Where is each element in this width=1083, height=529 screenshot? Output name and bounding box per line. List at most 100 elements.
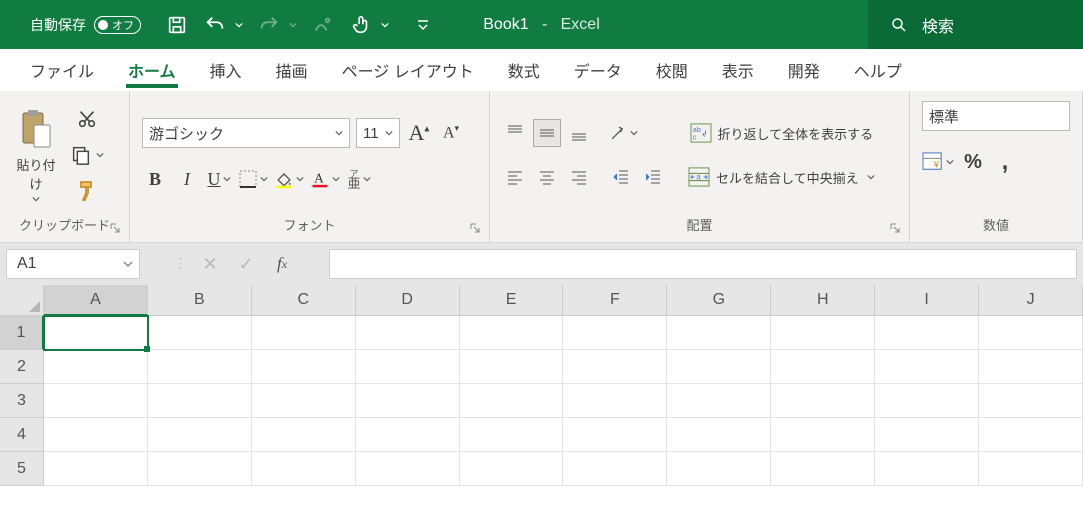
row-header[interactable]: 2 (0, 350, 44, 384)
tab-page-layout[interactable]: ページ レイアウト (340, 52, 476, 88)
redo-button[interactable] (255, 11, 283, 39)
cell[interactable] (771, 316, 875, 350)
border-button[interactable] (238, 166, 268, 192)
column-header[interactable]: E (460, 285, 564, 316)
cell[interactable] (979, 316, 1083, 350)
cancel-formula-button[interactable]: ✕ (197, 251, 223, 277)
tab-developer[interactable]: 開発 (786, 52, 822, 88)
accounting-format-button[interactable]: ¥ (922, 149, 954, 175)
fill-color-button[interactable] (274, 166, 304, 192)
row-header[interactable]: 3 (0, 384, 44, 418)
orientation-button[interactable] (608, 120, 638, 146)
font-size-select[interactable]: 11 (356, 118, 400, 148)
cell[interactable] (667, 316, 771, 350)
format-painter-button[interactable] (70, 178, 104, 204)
cell[interactable] (252, 384, 356, 418)
comma-button[interactable]: , (992, 149, 1018, 175)
cell[interactable] (563, 316, 667, 350)
percent-button[interactable]: % (960, 149, 986, 175)
cell[interactable] (460, 316, 564, 350)
grow-font-button[interactable]: A▴ (406, 120, 432, 146)
cell[interactable] (356, 384, 460, 418)
undo-caret[interactable] (233, 11, 245, 39)
align-left-button[interactable] (502, 164, 528, 190)
save-button[interactable] (163, 11, 191, 39)
cell[interactable] (460, 418, 564, 452)
cell[interactable] (875, 316, 979, 350)
cell[interactable] (979, 418, 1083, 452)
row-header[interactable]: 4 (0, 418, 44, 452)
tab-data[interactable]: データ (572, 52, 624, 88)
cell[interactable] (252, 418, 356, 452)
cell[interactable] (771, 452, 875, 486)
cell[interactable] (44, 384, 148, 418)
cell[interactable] (44, 418, 148, 452)
row-header[interactable]: 5 (0, 452, 44, 486)
cell[interactable] (563, 350, 667, 384)
align-bottom-button[interactable] (566, 120, 592, 146)
align-center-button[interactable] (534, 164, 560, 190)
cell[interactable] (356, 452, 460, 486)
cell[interactable] (771, 350, 875, 384)
autosave-toggle[interactable]: 自動保存 オフ (30, 15, 141, 35)
redo-caret[interactable] (287, 11, 299, 39)
tab-formulas[interactable]: 数式 (506, 52, 542, 88)
cell[interactable] (356, 418, 460, 452)
qat-customize-button[interactable] (409, 11, 437, 39)
cell[interactable] (148, 384, 252, 418)
cell[interactable] (356, 316, 460, 350)
cell[interactable] (460, 452, 564, 486)
underline-button[interactable]: U (206, 166, 232, 192)
column-header[interactable]: I (875, 285, 979, 316)
font-name-select[interactable]: 游ゴシック (142, 118, 350, 148)
touch-caret[interactable] (379, 11, 391, 39)
align-top-button[interactable] (502, 120, 528, 146)
number-format-select[interactable]: 標準 (922, 101, 1070, 131)
cell[interactable] (667, 452, 771, 486)
bold-button[interactable]: B (142, 166, 168, 192)
tab-help[interactable]: ヘルプ (852, 52, 904, 88)
align-right-button[interactable] (566, 164, 592, 190)
column-header[interactable]: A (44, 285, 148, 316)
cell[interactable] (563, 418, 667, 452)
cell[interactable] (667, 350, 771, 384)
cell[interactable] (979, 350, 1083, 384)
cell[interactable] (667, 418, 771, 452)
increase-indent-button[interactable] (640, 164, 666, 190)
tab-insert[interactable]: 挿入 (208, 52, 244, 88)
select-all-corner[interactable] (0, 285, 44, 316)
clipboard-dialog-launcher[interactable] (107, 220, 123, 236)
cell[interactable] (979, 384, 1083, 418)
cell[interactable] (563, 452, 667, 486)
cell[interactable] (148, 418, 252, 452)
cell[interactable] (44, 316, 148, 350)
cell[interactable] (148, 452, 252, 486)
cell[interactable] (460, 350, 564, 384)
column-header[interactable]: C (252, 285, 356, 316)
tab-review[interactable]: 校閲 (654, 52, 690, 88)
align-middle-button[interactable] (534, 120, 560, 146)
cell[interactable] (875, 350, 979, 384)
cell[interactable] (979, 452, 1083, 486)
cell[interactable] (252, 452, 356, 486)
cell[interactable] (252, 350, 356, 384)
font-color-button[interactable]: A (310, 166, 340, 192)
cell[interactable] (771, 418, 875, 452)
ink-replay-button[interactable] (309, 11, 337, 39)
tab-draw[interactable]: 描画 (274, 52, 310, 88)
font-dialog-launcher[interactable] (467, 220, 483, 236)
row-header[interactable]: 1 (0, 316, 44, 350)
column-header[interactable]: H (771, 285, 875, 316)
cell[interactable] (875, 418, 979, 452)
name-box[interactable]: A1 (6, 249, 140, 279)
cell[interactable] (771, 384, 875, 418)
cell[interactable] (252, 316, 356, 350)
enter-formula-button[interactable]: ✓ (233, 251, 259, 277)
undo-button[interactable] (201, 11, 229, 39)
cell[interactable] (667, 384, 771, 418)
phonetic-button[interactable]: ア亜 (346, 166, 372, 192)
column-header[interactable]: D (356, 285, 460, 316)
cell[interactable] (356, 350, 460, 384)
merge-center-button[interactable]: a セルを結合して中央揃え (688, 164, 875, 190)
cell[interactable] (563, 384, 667, 418)
